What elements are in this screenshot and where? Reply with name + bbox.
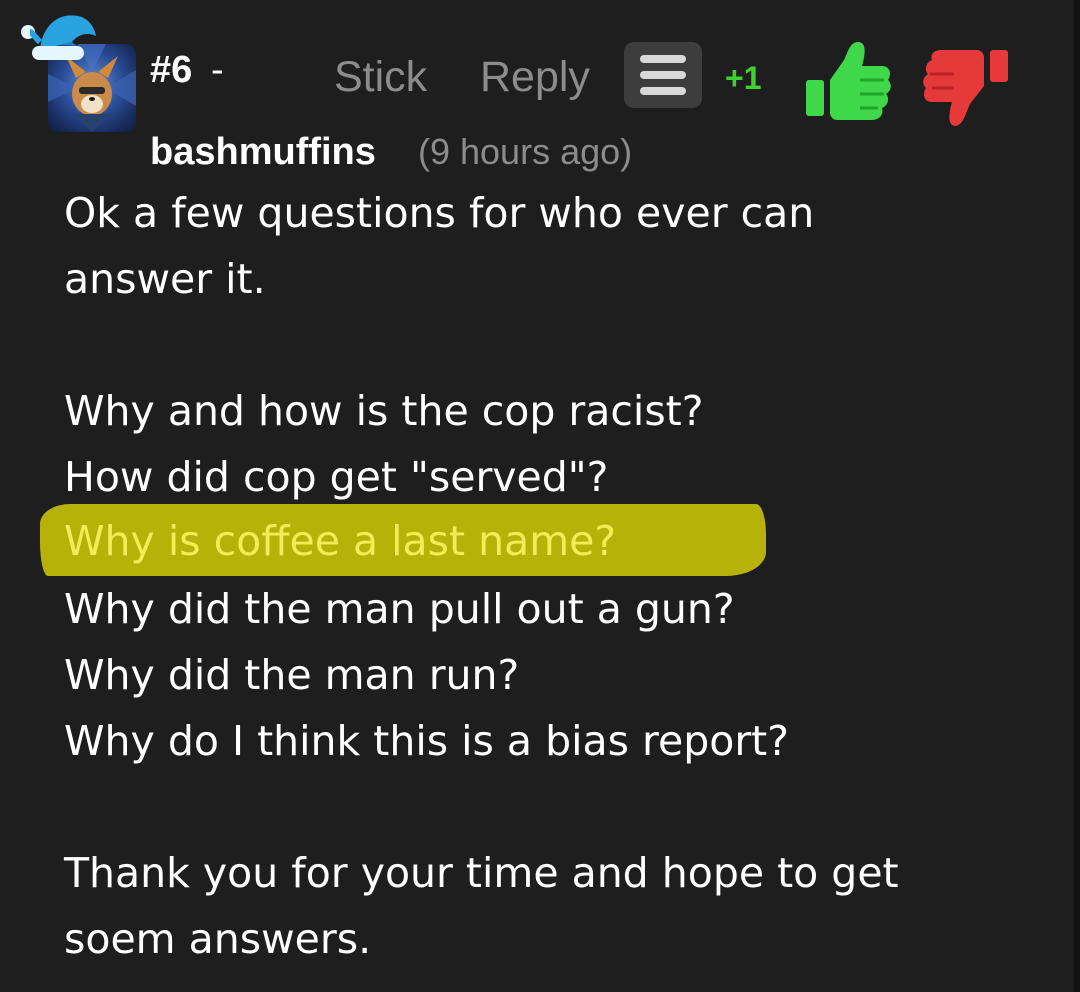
post-number-separator: - [211, 49, 224, 91]
question-line: Why do I think this is a bias report? [64, 717, 790, 765]
post-timestamp: (9 hours ago) [418, 131, 633, 172]
post-number[interactable]: #6 [150, 46, 192, 94]
vote-score: +1 [725, 60, 762, 96]
stick-button[interactable]: Stick [334, 52, 427, 102]
body-closing-line-1: Thank you for your time and hope to get [64, 849, 899, 897]
scroll-edge [1074, 0, 1080, 992]
post-author[interactable]: bashmuffins [150, 128, 376, 176]
thumbs-up-icon[interactable] [800, 36, 896, 126]
question-line: How did cop get "served"? [64, 453, 609, 501]
body-intro-line-1: Ok a few questions for who ever can [64, 189, 815, 237]
comment-card: #6 - Stick Reply +1 bashmuffins (9 hours… [0, 0, 1080, 992]
question-line: Why and how is the cop racist? [64, 387, 704, 435]
menu-bar [640, 55, 686, 63]
highlighted-question-line: Why is coffee a last name? [64, 517, 617, 565]
santa-hat-icon [21, 15, 96, 60]
menu-bar [640, 87, 686, 95]
thumbs-down-icon[interactable] [920, 46, 1014, 130]
menu-bar [640, 71, 686, 79]
body-intro-line-2: answer it. [64, 255, 266, 303]
reply-button[interactable]: Reply [480, 52, 590, 102]
body-closing-line-2: soem answers. [64, 915, 372, 963]
question-line: Why did the man pull out a gun? [64, 585, 735, 633]
hamburger-menu-icon[interactable] [624, 42, 702, 108]
question-line: Why did the man run? [64, 651, 520, 699]
